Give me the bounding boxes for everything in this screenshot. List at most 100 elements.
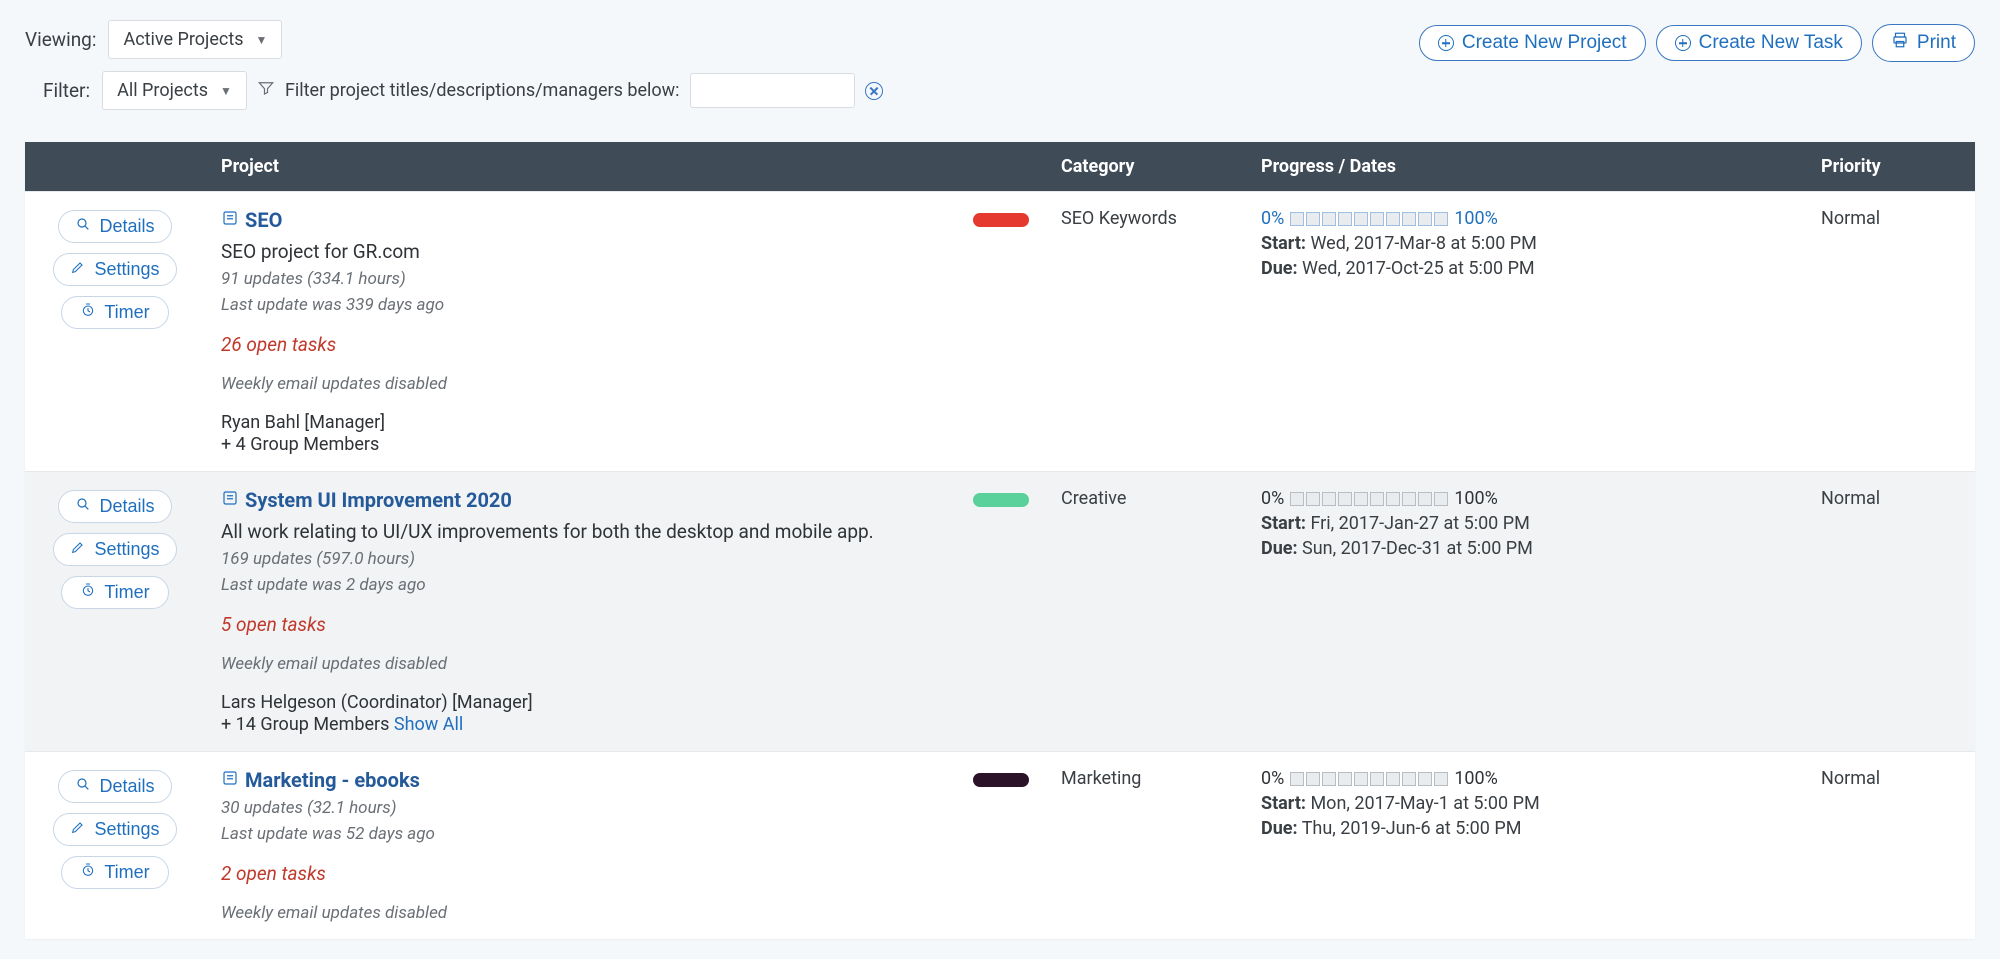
project-last-update: Last update was 339 days ago bbox=[221, 295, 1029, 315]
filter-select[interactable]: All Projects ▼ bbox=[102, 71, 247, 110]
project-due-date: Due: Sun, 2017-Dec-31 at 5:00 PM bbox=[1261, 538, 1789, 559]
project-title-link[interactable]: Marketing - ebooks bbox=[245, 768, 420, 792]
project-description: All work relating to UI/UX improvements … bbox=[221, 520, 1029, 543]
col-header-progress: Progress / Dates bbox=[1245, 142, 1805, 192]
clock-icon bbox=[80, 582, 96, 603]
printer-icon bbox=[1891, 31, 1909, 55]
project-members: + 4 Group Members bbox=[221, 434, 1029, 455]
project-updates: 169 updates (597.0 hours) bbox=[221, 549, 1029, 569]
filter-input[interactable] bbox=[690, 73, 855, 108]
filter-select-value: All Projects bbox=[117, 80, 208, 101]
search-icon bbox=[75, 496, 91, 517]
settings-label: Settings bbox=[94, 259, 159, 280]
filter-help-text: Filter project titles/descriptions/manag… bbox=[285, 80, 680, 101]
project-due-date: Due: Thu, 2019-Jun-6 at 5:00 PM bbox=[1261, 818, 1789, 839]
project-icon bbox=[221, 769, 239, 792]
clock-icon bbox=[80, 302, 96, 323]
project-priority: Normal bbox=[1805, 192, 1975, 472]
project-category: Marketing bbox=[1045, 752, 1245, 940]
project-manager: Lars Helgeson (Coordinator) [Manager] bbox=[221, 692, 1029, 713]
project-weekly-email: Weekly email updates disabled bbox=[221, 903, 1029, 923]
timer-label: Timer bbox=[104, 862, 149, 883]
project-start-date: Start: Wed, 2017-Mar-8 at 5:00 PM bbox=[1261, 233, 1789, 254]
search-icon bbox=[75, 776, 91, 797]
timer-label: Timer bbox=[104, 582, 149, 603]
project-color-badge bbox=[973, 773, 1029, 787]
pencil-icon bbox=[70, 819, 86, 840]
project-title-link[interactable]: SEO bbox=[245, 208, 282, 232]
col-header-project: Project bbox=[205, 142, 1045, 192]
settings-button[interactable]: Settings bbox=[53, 533, 176, 566]
show-all-members-link[interactable]: Show All bbox=[394, 714, 463, 735]
viewing-label: Viewing: bbox=[25, 28, 96, 51]
viewing-select-value: Active Projects bbox=[123, 29, 243, 50]
project-open-tasks: 26 open tasks bbox=[221, 333, 1029, 356]
progress-100-label: 100% bbox=[1454, 768, 1498, 789]
project-color-badge bbox=[973, 213, 1029, 227]
progress-0-label: 0% bbox=[1261, 768, 1284, 789]
progress-bar: 0% 100% bbox=[1261, 768, 1789, 789]
details-label: Details bbox=[99, 216, 154, 237]
print-label: Print bbox=[1917, 32, 1956, 54]
details-button[interactable]: Details bbox=[58, 210, 171, 243]
project-last-update: Last update was 2 days ago bbox=[221, 575, 1029, 595]
project-category: Creative bbox=[1045, 472, 1245, 752]
create-new-project-button[interactable]: Create New Project bbox=[1419, 25, 1646, 61]
project-weekly-email: Weekly email updates disabled bbox=[221, 654, 1029, 674]
progress-100-label: 100% bbox=[1454, 208, 1498, 229]
col-header-category: Category bbox=[1045, 142, 1245, 192]
details-label: Details bbox=[99, 776, 154, 797]
project-color-badge bbox=[973, 493, 1029, 507]
project-updates: 30 updates (32.1 hours) bbox=[221, 798, 1029, 818]
project-start-date: Start: Mon, 2017-May-1 at 5:00 PM bbox=[1261, 793, 1789, 814]
project-updates: 91 updates (334.1 hours) bbox=[221, 269, 1029, 289]
project-open-tasks: 2 open tasks bbox=[221, 862, 1029, 885]
project-title-link[interactable]: System UI Improvement 2020 bbox=[245, 488, 512, 512]
chevron-down-icon: ▼ bbox=[256, 33, 268, 47]
pencil-icon bbox=[70, 539, 86, 560]
print-button[interactable]: Print bbox=[1872, 24, 1975, 62]
table-row: Details Settings Timer SEO SEO project f… bbox=[25, 192, 1975, 472]
progress-100-label: 100% bbox=[1454, 488, 1498, 509]
timer-button[interactable]: Timer bbox=[61, 296, 169, 329]
project-category: SEO Keywords bbox=[1045, 192, 1245, 472]
project-due-date: Due: Wed, 2017-Oct-25 at 5:00 PM bbox=[1261, 258, 1789, 279]
projects-table: Project Category Progress / Dates Priori… bbox=[25, 142, 1975, 939]
project-weekly-email: Weekly email updates disabled bbox=[221, 374, 1029, 394]
project-members: + 14 Group Members Show All bbox=[221, 714, 1029, 735]
create-new-project-label: Create New Project bbox=[1462, 32, 1627, 54]
project-start-date: Start: Fri, 2017-Jan-27 at 5:00 PM bbox=[1261, 513, 1789, 534]
project-description: SEO project for GR.com bbox=[221, 240, 1029, 263]
settings-button[interactable]: Settings bbox=[53, 813, 176, 846]
create-new-task-label: Create New Task bbox=[1699, 32, 1843, 54]
progress-bar[interactable]: 0% 100% bbox=[1261, 208, 1789, 229]
search-icon bbox=[75, 216, 91, 237]
project-last-update: Last update was 52 days ago bbox=[221, 824, 1029, 844]
funnel-icon bbox=[257, 79, 275, 102]
plus-circle-icon bbox=[1675, 35, 1691, 51]
close-circle-icon bbox=[865, 82, 883, 100]
project-open-tasks: 5 open tasks bbox=[221, 613, 1029, 636]
viewing-select[interactable]: Active Projects ▼ bbox=[108, 20, 282, 59]
table-row: Details Settings Timer System UI Improve… bbox=[25, 472, 1975, 752]
clear-filter-button[interactable] bbox=[865, 82, 883, 100]
create-new-task-button[interactable]: Create New Task bbox=[1656, 25, 1862, 61]
project-icon bbox=[221, 489, 239, 512]
details-button[interactable]: Details bbox=[58, 770, 171, 803]
settings-button[interactable]: Settings bbox=[53, 253, 176, 286]
timer-button[interactable]: Timer bbox=[61, 856, 169, 889]
project-priority: Normal bbox=[1805, 752, 1975, 940]
details-button[interactable]: Details bbox=[58, 490, 171, 523]
settings-label: Settings bbox=[94, 819, 159, 840]
details-label: Details bbox=[99, 496, 154, 517]
project-icon bbox=[221, 209, 239, 232]
project-priority: Normal bbox=[1805, 472, 1975, 752]
timer-button[interactable]: Timer bbox=[61, 576, 169, 609]
chevron-down-icon: ▼ bbox=[220, 84, 232, 98]
col-header-priority: Priority bbox=[1805, 142, 1975, 192]
clock-icon bbox=[80, 862, 96, 883]
progress-0-label: 0% bbox=[1261, 488, 1284, 509]
pencil-icon bbox=[70, 259, 86, 280]
project-manager: Ryan Bahl [Manager] bbox=[221, 412, 1029, 433]
timer-label: Timer bbox=[104, 302, 149, 323]
